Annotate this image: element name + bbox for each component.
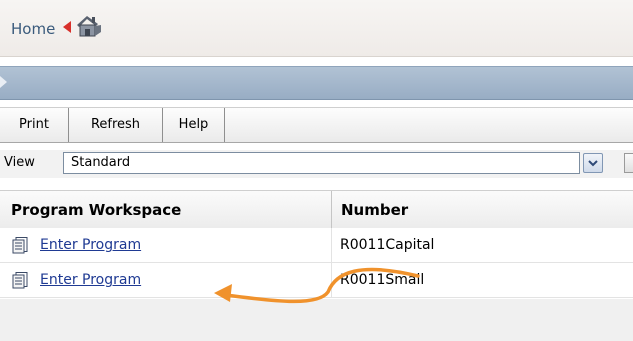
table-header: Program Workspace Number (0, 190, 633, 229)
view-select[interactable]: Standard (63, 152, 580, 174)
section-header-bar (0, 66, 633, 100)
table-row: Enter Program R0011Small (0, 263, 633, 298)
chevron-down-icon[interactable] (583, 153, 603, 173)
document-icon (12, 237, 28, 254)
print-button[interactable]: Print (0, 108, 69, 142)
home-link[interactable]: Home (11, 20, 55, 38)
footer-area (0, 299, 633, 341)
enter-program-link[interactable]: Enter Program (40, 272, 141, 288)
top-breadcrumb-bar: Home (0, 0, 633, 57)
program-number: R0011Small (340, 272, 425, 288)
program-number: R0011Capital (340, 237, 435, 253)
enter-program-link[interactable]: Enter Program (40, 237, 141, 253)
document-icon (12, 272, 28, 289)
view-row: View Standard (0, 150, 633, 178)
expand-arrow-icon[interactable] (0, 76, 8, 88)
column-header-program-workspace[interactable]: Program Workspace (11, 201, 181, 219)
view-extra-button[interactable] (624, 153, 633, 173)
breadcrumb-arrow-icon (63, 21, 71, 33)
refresh-button[interactable]: Refresh (69, 108, 163, 142)
help-button[interactable]: Help (163, 108, 225, 142)
column-header-number[interactable]: Number (341, 201, 408, 219)
table-row: Enter Program R0011Capital (0, 228, 633, 263)
view-label: View (4, 155, 35, 170)
toolbar: Print Refresh Help (0, 107, 633, 143)
house-icon[interactable] (74, 13, 102, 39)
